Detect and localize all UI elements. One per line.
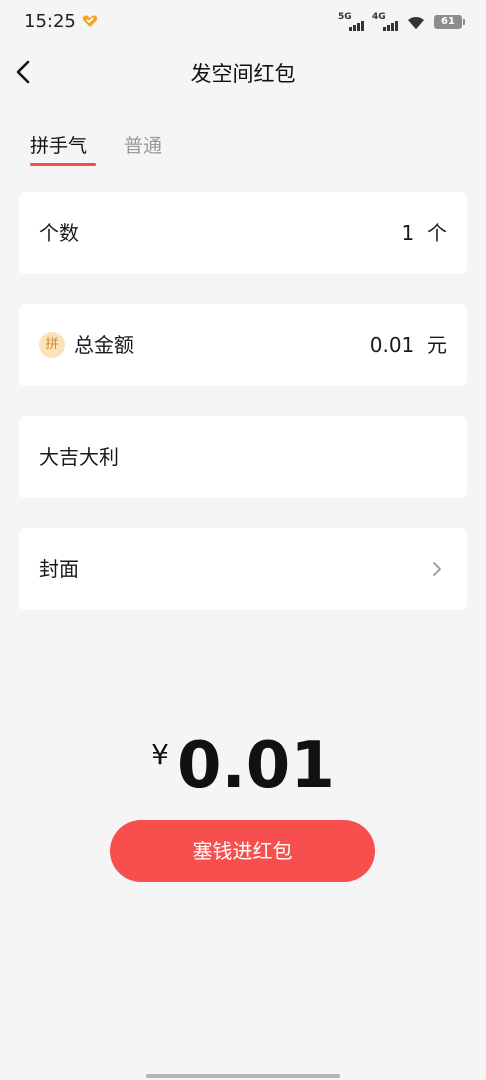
home-indicator	[146, 1074, 340, 1078]
count-row[interactable]: 个数 1 个	[19, 192, 467, 274]
cover-label: 封面	[39, 557, 79, 581]
battery-icon: 61	[434, 15, 465, 29]
total-amount-row[interactable]: 拼 总金额 0.01 元	[19, 304, 467, 386]
cover-row[interactable]: 封面	[19, 528, 467, 610]
status-time: 15:25	[24, 11, 76, 32]
status-icons: 5G 4G 61	[338, 12, 465, 32]
total-amount-label: 总金额	[74, 333, 134, 357]
status-bar: 15:25 5G 4G 61	[0, 0, 486, 44]
page-title: 发空间红包	[190, 62, 296, 86]
total-amount-input[interactable]: 0.01	[370, 333, 415, 357]
tab-normal[interactable]: 普通	[124, 131, 162, 158]
amount-display: ¥0.01	[0, 728, 486, 808]
chevron-right-icon	[433, 562, 441, 576]
count-unit: 个	[427, 221, 447, 245]
wifi-icon	[408, 17, 424, 29]
message-input[interactable]: 大吉大利	[39, 416, 119, 498]
amount-value: 0.01	[176, 729, 335, 803]
message-row[interactable]: 大吉大利	[19, 416, 467, 498]
signal-4g-icon: 4G	[372, 12, 398, 32]
currency-symbol: ¥	[151, 738, 169, 771]
red-packet-page: 15:25 5G 4G 61 发空间红包 拼手气 普通 个数 1 个 拼 总金额…	[0, 0, 486, 1080]
tab-lucky[interactable]: 拼手气	[30, 131, 87, 158]
heart-icon	[82, 15, 98, 27]
total-amount-unit: 元	[427, 333, 447, 357]
count-input[interactable]: 1	[402, 221, 415, 245]
signal-5g-icon: 5G	[338, 12, 364, 32]
active-tab-indicator	[30, 163, 96, 166]
total-value-group[interactable]: 0.01 元	[370, 304, 447, 386]
lucky-badge: 拼	[39, 332, 65, 358]
submit-button[interactable]: 塞钱进红包	[110, 820, 375, 882]
count-value-group[interactable]: 1 个	[402, 192, 447, 274]
count-label: 个数	[39, 221, 79, 245]
